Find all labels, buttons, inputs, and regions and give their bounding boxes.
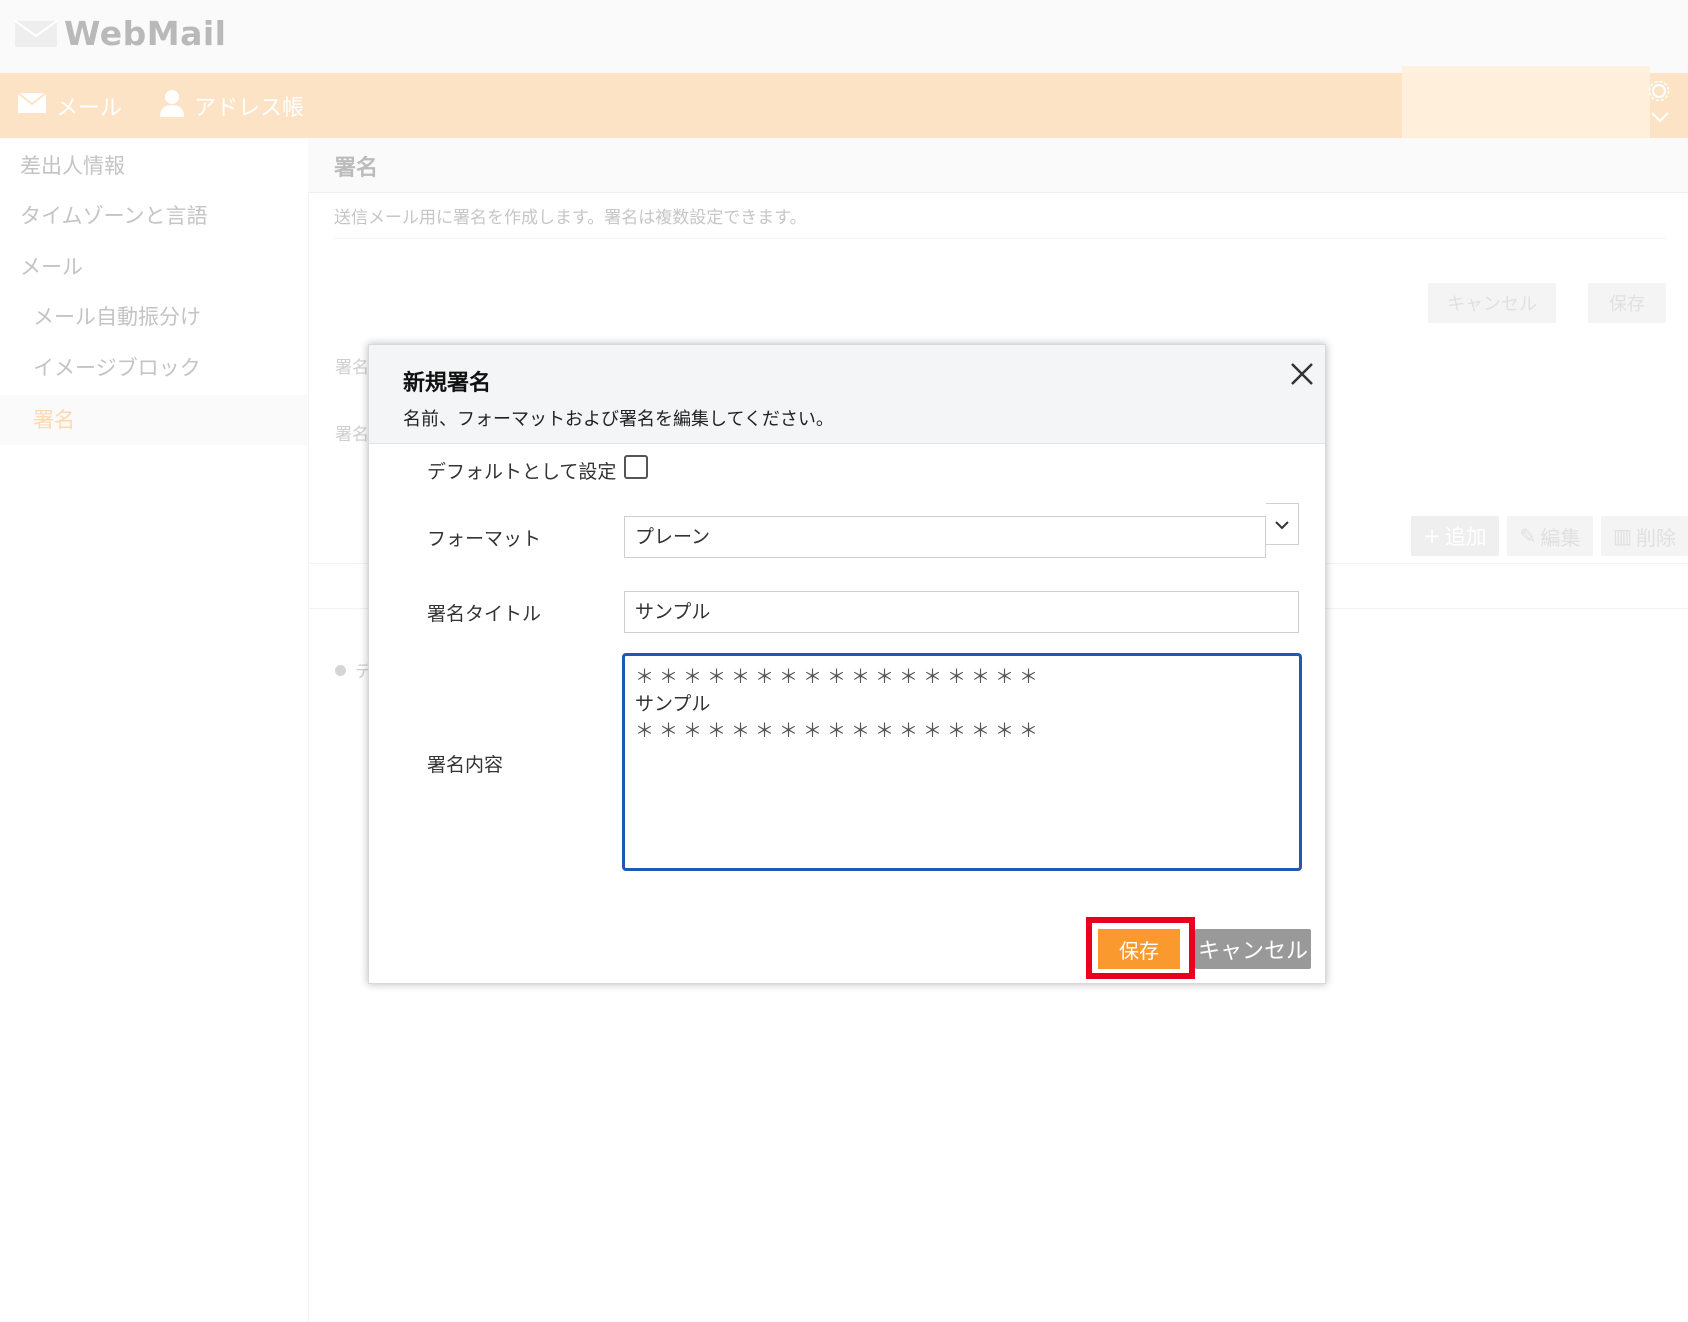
bg-signature-label-1: 署名 <box>335 358 369 378</box>
default-label: デフォルトとして設定 <box>427 461 617 483</box>
bg-save-button[interactable]: 保存 <box>1588 283 1666 323</box>
dialog-subtitle: 名前、フォーマットおよび署名を編集してください。 <box>403 409 834 430</box>
save-button[interactable]: 保存 <box>1098 929 1180 969</box>
close-icon[interactable] <box>1287 359 1317 389</box>
bg-cancel-button[interactable]: キャンセル <box>1428 283 1556 323</box>
signature-content-textarea[interactable]: ＊＊＊＊＊＊＊＊＊＊＊＊＊＊＊＊＊ サンプル ＊＊＊＊＊＊＊＊＊＊＊＊＊＊＊＊＊ <box>622 653 1302 871</box>
content-line: ＊＊＊＊＊＊＊＊＊＊＊＊＊＊＊＊＊ <box>635 720 1044 742</box>
envelope-logo-icon <box>14 19 58 49</box>
mail-icon <box>17 91 47 119</box>
new-signature-dialog: 新規署名 名前、フォーマットおよび署名を編集してください。 デフォルトとして設定… <box>368 344 1326 984</box>
sidebar-item-sender-info[interactable]: 差出人情報 <box>0 141 308 191</box>
plus-icon: + <box>1423 524 1441 548</box>
bg-add-label: 追加 <box>1444 525 1487 549</box>
nav-mail-label: メール <box>56 95 123 121</box>
logo-text: WebMail <box>64 14 227 53</box>
bg-edit-label: 編集 <box>1540 525 1581 550</box>
format-dropdown-button[interactable] <box>1266 503 1299 545</box>
sidebar-item-signature[interactable]: 署名 <box>0 395 308 445</box>
content-line: サンプル <box>635 693 711 715</box>
nav-address-label: アドレス帳 <box>194 95 305 121</box>
bg-delete-label: 削除 <box>1635 525 1676 550</box>
dialog-header: 新規署名 名前、フォーマットおよび署名を編集してください。 <box>369 345 1325 444</box>
signature-title-input[interactable]: サンプル <box>624 591 1299 633</box>
bg-signature-label-2: 署名 <box>335 425 369 445</box>
list-bullet-icon <box>335 665 346 676</box>
divider <box>334 238 1666 239</box>
user-account-area[interactable] <box>1402 66 1650 138</box>
signature-content-label: 署名内容 <box>427 754 504 776</box>
sidebar-item-image-block[interactable]: イメージブロック <box>0 343 308 393</box>
logo[interactable]: WebMail <box>14 14 226 53</box>
chevron-down-icon <box>1274 515 1290 534</box>
signature-title-label: 署名タイトル <box>427 603 542 625</box>
dialog-title: 新規署名 <box>403 371 492 396</box>
bg-add-button[interactable]: + 追加 <box>1411 516 1499 556</box>
page-title: 署名 <box>334 156 379 181</box>
sidebar-item-mail[interactable]: メール <box>0 242 308 292</box>
chevron-down-icon[interactable] <box>1650 108 1670 127</box>
sidebar-item-timezone-language[interactable]: タイムゾーンと言語 <box>0 191 308 241</box>
edit-icon: ✎ <box>1519 524 1537 548</box>
cancel-button[interactable]: キャンセル <box>1195 929 1311 969</box>
bg-edit-button[interactable]: ✎ 編集 <box>1507 516 1593 556</box>
nav-mail[interactable]: メール <box>17 73 123 138</box>
default-checkbox[interactable] <box>624 455 648 479</box>
top-header: WebMail <box>0 0 1688 73</box>
format-select[interactable]: プレーン <box>624 516 1266 558</box>
nav-address-book[interactable]: アドレス帳 <box>160 73 304 138</box>
bg-delete-button[interactable]: ▥ 削除 <box>1601 516 1688 556</box>
page-description: 送信メール用に署名を作成します。署名は複数設定できます。 <box>334 208 807 228</box>
user-icon <box>160 89 184 123</box>
content-line: ＊＊＊＊＊＊＊＊＊＊＊＊＊＊＊＊＊ <box>635 666 1044 688</box>
sidebar-item-mail-filter[interactable]: メール自動振分け <box>0 292 308 342</box>
page-title-bar: 署名 <box>308 138 1688 193</box>
trash-icon: ▥ <box>1613 524 1632 548</box>
settings-sidebar: 差出人情報 タイムゾーンと言語 メール メール自動振分け イメージブロック 署名 <box>0 138 309 1322</box>
format-label: フォーマット <box>427 528 542 550</box>
gear-icon[interactable] <box>1648 80 1670 106</box>
